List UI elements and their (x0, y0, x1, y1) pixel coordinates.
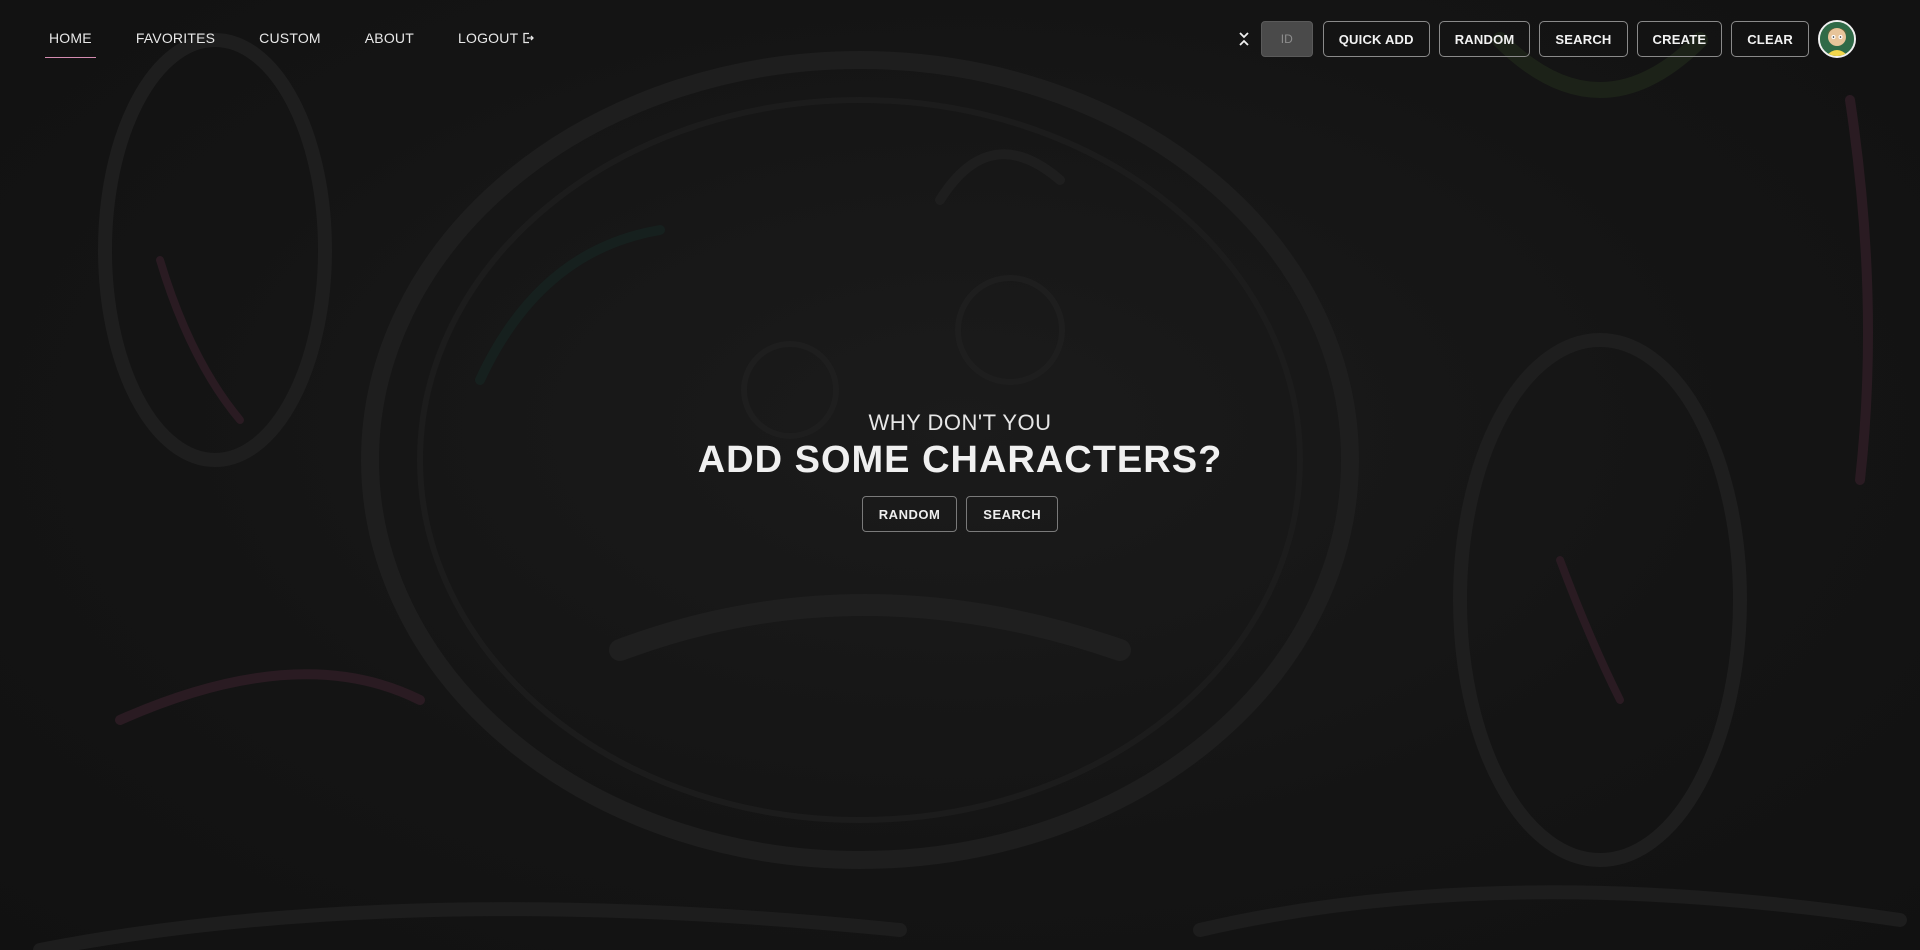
nav-link-logout[interactable]: LOGOUT (454, 24, 538, 52)
hero-search-button[interactable]: SEARCH (966, 496, 1059, 532)
user-avatar[interactable] (1818, 20, 1856, 58)
logout-icon (523, 32, 535, 44)
main-nav: HOME FAVORITES CUSTOM ABOUT LOGOUT (45, 24, 574, 58)
nav-link-favorites[interactable]: FAVORITES (132, 24, 219, 52)
nav-link-custom[interactable]: CUSTOM (255, 24, 325, 52)
hero-random-button[interactable]: RANDOM (861, 496, 958, 532)
app-page: HOME FAVORITES CUSTOM ABOUT LOGOUT QUICK… (0, 0, 1920, 950)
search-button[interactable]: SEARCH (1539, 21, 1628, 57)
hero-subtitle: WHY DON'T YOU (868, 410, 1052, 435)
avatar-image (1820, 22, 1854, 56)
top-navbar: HOME FAVORITES CUSTOM ABOUT LOGOUT QUICK… (0, 0, 1920, 76)
random-button[interactable]: RANDOM (1438, 21, 1531, 57)
quick-add-button[interactable]: QUICK ADD (1322, 21, 1430, 57)
nav-link-home[interactable]: HOME (45, 24, 96, 58)
logout-label: LOGOUT (458, 30, 519, 46)
toolbar-actions: QUICK ADD RANDOM SEARCH CREATE CLEAR (1237, 20, 1856, 58)
create-button[interactable]: CREATE (1636, 21, 1723, 57)
nav-link-about[interactable]: ABOUT (361, 24, 418, 52)
collapse-chevrons-icon[interactable] (1237, 29, 1251, 49)
hero-title: ADD SOME CHARACTERS? (697, 439, 1223, 481)
hero-buttons: RANDOM SEARCH (0, 496, 1920, 532)
clear-button[interactable]: CLEAR (1731, 21, 1809, 57)
empty-state-hero: WHY DON'T YOU ADD SOME CHARACTERS? RANDO… (0, 408, 1920, 532)
id-input[interactable] (1260, 21, 1313, 57)
